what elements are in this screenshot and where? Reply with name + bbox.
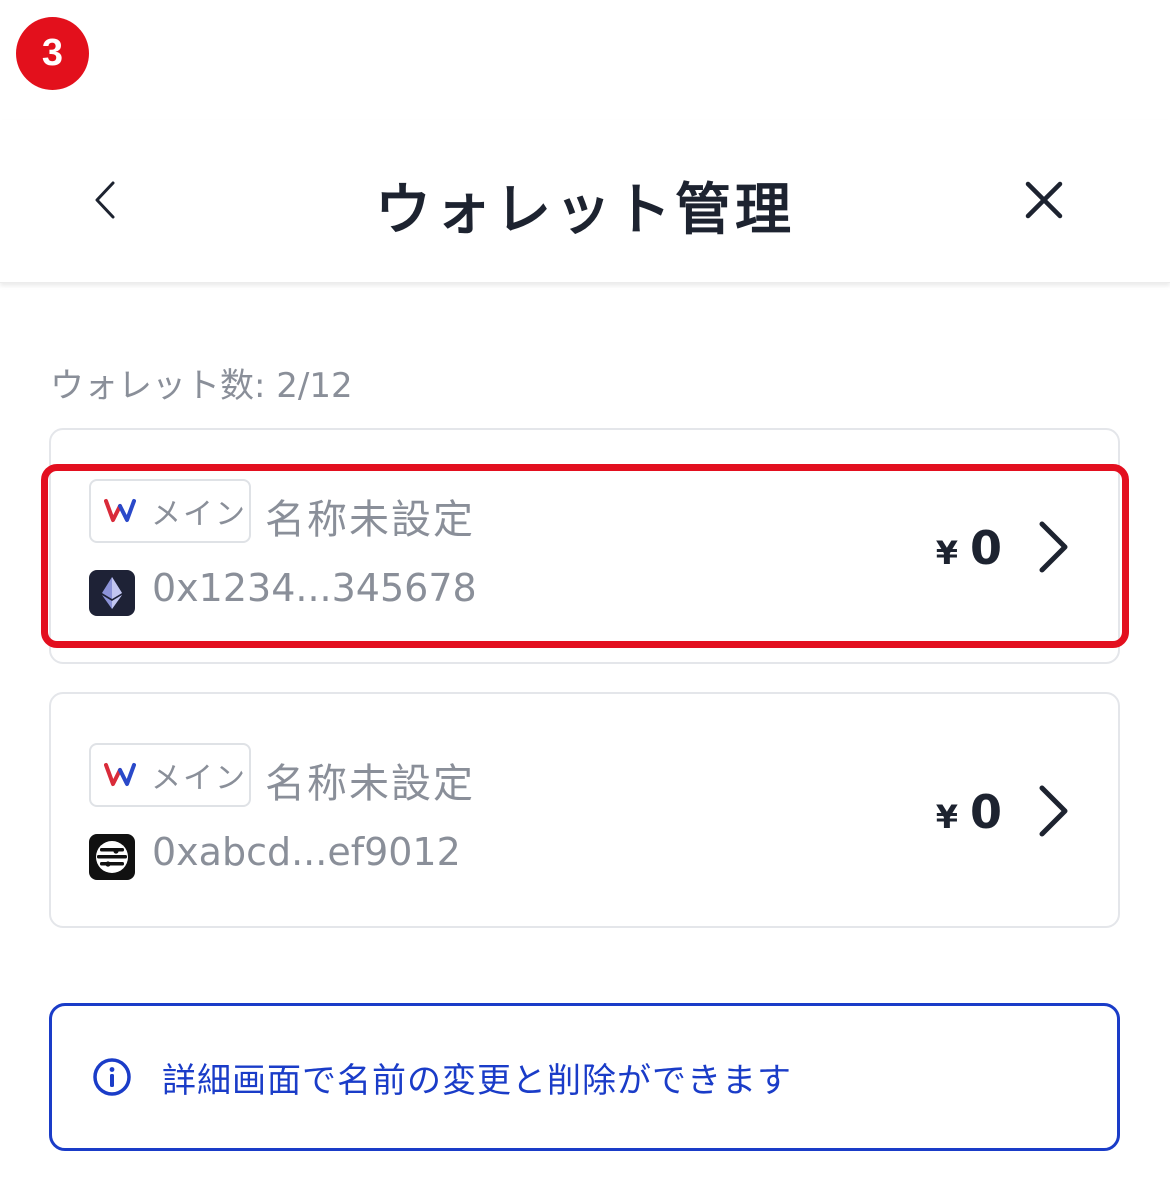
- step-badge: 3: [16, 17, 89, 90]
- wallet-address: 0xabcd...ef9012: [152, 830, 461, 874]
- close-icon: [1025, 181, 1063, 219]
- balance-amount: 0: [969, 785, 1002, 839]
- wallet-balance: ¥ 0: [936, 785, 1002, 839]
- wallet-card[interactable]: メイン 名称未設定 0x1234...345678 ¥ 0: [49, 428, 1120, 664]
- info-icon: [92, 1057, 132, 1097]
- wallet-card[interactable]: メイン 名称未設定 0xabcd...ef9012 ¥ 0: [49, 692, 1120, 928]
- chevron-right-icon: [1034, 518, 1072, 576]
- wallet-tag: メイン: [89, 479, 251, 543]
- balance-amount: 0: [969, 521, 1002, 575]
- network-icon: [89, 834, 135, 880]
- wallet-logo-icon: [103, 496, 137, 526]
- wallet-address: 0x1234...345678: [152, 566, 477, 610]
- wallet-name: 名称未設定: [265, 497, 475, 543]
- wallet-name: 名称未設定: [265, 761, 475, 807]
- wallet-count: ウォレット数: 2/12: [50, 366, 353, 406]
- ethereum-icon: [89, 570, 135, 616]
- header: ウォレット管理: [0, 120, 1170, 283]
- wallet-logo-icon: [103, 760, 137, 790]
- wallet-balance: ¥ 0: [936, 521, 1002, 575]
- info-box: 詳細画面で名前の変更と削除ができます: [49, 1003, 1120, 1151]
- wallet-tag-label: メイン: [151, 497, 247, 532]
- info-text: 詳細画面で名前の変更と削除ができます: [162, 1060, 792, 1101]
- chevron-right-icon: [1034, 782, 1072, 840]
- wallet-tag: メイン: [89, 743, 251, 807]
- wallet-tag-label: メイン: [151, 761, 247, 796]
- currency-symbol: ¥: [935, 534, 958, 572]
- page-title: ウォレット管理: [375, 178, 795, 243]
- close-button[interactable]: [1014, 170, 1074, 230]
- currency-symbol: ¥: [935, 798, 958, 836]
